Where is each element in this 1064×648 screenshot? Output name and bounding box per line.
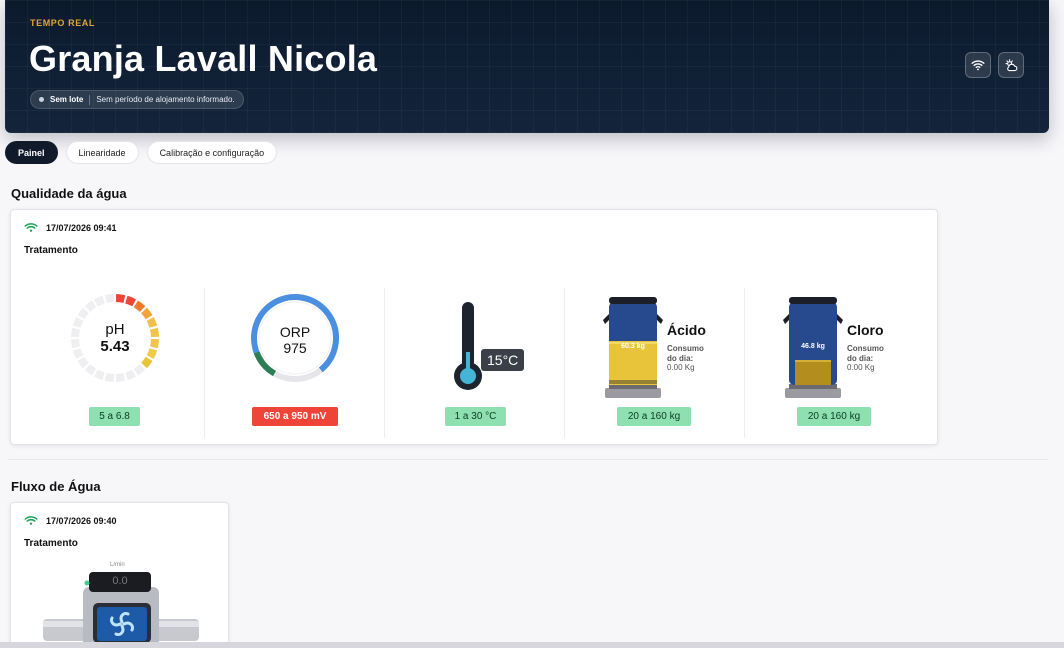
header-banner: TEMPO REAL Granja Lavall Nicola Sem lote… [5,0,1049,133]
ph-gauge-segment [77,356,89,369]
ph-gauge-segment [125,295,136,307]
water-quality-title: Qualidade da água [11,186,127,201]
water-flow-card: 17/07/2026 09:40 Tratamento L/min 0.0 [10,502,229,648]
water-flow-title: Fluxo de Água [11,479,101,494]
temperature-range-badge: 1 a 30 °C [445,407,506,426]
ph-gauge-segment [141,356,153,369]
orp-range-badge: 650 a 950 mV [252,407,338,426]
acid-consumption-label: Consumo do dia: [667,344,704,363]
tab-calibracao[interactable]: Calibração e configuração [146,141,278,164]
lote-status-chip: Sem lote Sem período de alojamento infor… [30,90,244,109]
ph-gauge-segment [133,300,146,312]
ph-readout: pH 5.43 [70,321,160,356]
chlorine-consumption: Consumo do dia: 0.00 Kg [847,344,895,373]
acid-title: Ácido [667,322,706,338]
column-divider [204,288,205,438]
card-subtitle: Tratamento [24,538,78,549]
tab-painel[interactable]: Painel [5,141,58,164]
ph-gauge-segment [133,364,146,376]
temperature-value: 15°C [481,349,525,371]
orp-label: ORP [279,324,311,340]
water-quality-card: 17/07/2026 09:41 Tratamento pH 5.43 5 a … [10,209,938,445]
chlorine-title: Cloro [847,322,884,338]
ph-value: 5.43 [100,338,130,356]
ph-gauge-segment [84,364,97,376]
card-subtitle: Tratamento [24,245,78,256]
acid-range-badge: 20 a 160 kg [617,407,691,426]
timestamp: 17/07/2026 09:41 [46,222,117,233]
window-bottom-edge [0,642,1064,648]
chlorine-consumption-value: 0.00 Kg [847,363,875,373]
ph-gauge-segment [94,295,105,307]
realtime-label: TEMPO REAL [30,18,96,28]
chlorine-consumption-label: Consumo do dia: [847,344,884,363]
connection-button[interactable] [965,52,991,78]
cloud-sun-icon [1004,58,1017,71]
ph-gauge-segment [77,307,89,320]
ph-gauge-segment [104,294,115,303]
acid-level: 60.3 kg [621,343,645,350]
ph-gauge-segment [141,307,153,320]
wifi-icon [24,223,38,232]
orp-value: 975 [283,340,307,357]
acid-consumption: Consumo do dia: 0.00 Kg [667,344,715,373]
column-divider [564,288,565,438]
lote-detail: Sem período de alojamento informado. [96,95,235,104]
ph-gauge-segment [84,300,97,312]
ph-gauge-segment [115,373,126,382]
tab-bar: Painel Linearidade Calibração e configur… [5,141,278,164]
page-title: Granja Lavall Nicola [29,38,378,79]
chip-divider [89,94,91,105]
flow-unit: L/min [110,562,125,568]
ph-label: pH [105,321,125,338]
card-header: 17/07/2026 09:40 [24,515,117,526]
chlorine-level: 46.8 kg [801,343,825,350]
tab-linearidade[interactable]: Linearidade [65,141,139,164]
ph-gauge-segment [94,369,105,381]
weather-button[interactable] [998,52,1024,78]
ph-gauge-segment [104,373,115,382]
thermometer-icon [454,302,482,390]
acid-consumption-value: 0.00 Kg [667,363,695,373]
card-header: 17/07/2026 09:41 [24,222,117,233]
timestamp: 17/07/2026 09:40 [46,515,117,526]
ph-gauge-segment [115,294,126,303]
flow-value: 0.0 [112,575,128,587]
ph-gauge-segment [125,369,136,381]
status-dot [39,97,44,102]
ph-range-badge: 5 a 6.8 [89,407,140,426]
section-divider [8,459,1048,460]
column-divider [744,288,745,438]
column-divider [384,288,385,438]
orp-readout: ORP 975 [250,324,340,356]
wifi-icon [24,516,38,525]
chlorine-range-badge: 20 a 160 kg [797,407,871,426]
wifi-icon [971,60,985,71]
lote-status: Sem lote [50,95,84,104]
